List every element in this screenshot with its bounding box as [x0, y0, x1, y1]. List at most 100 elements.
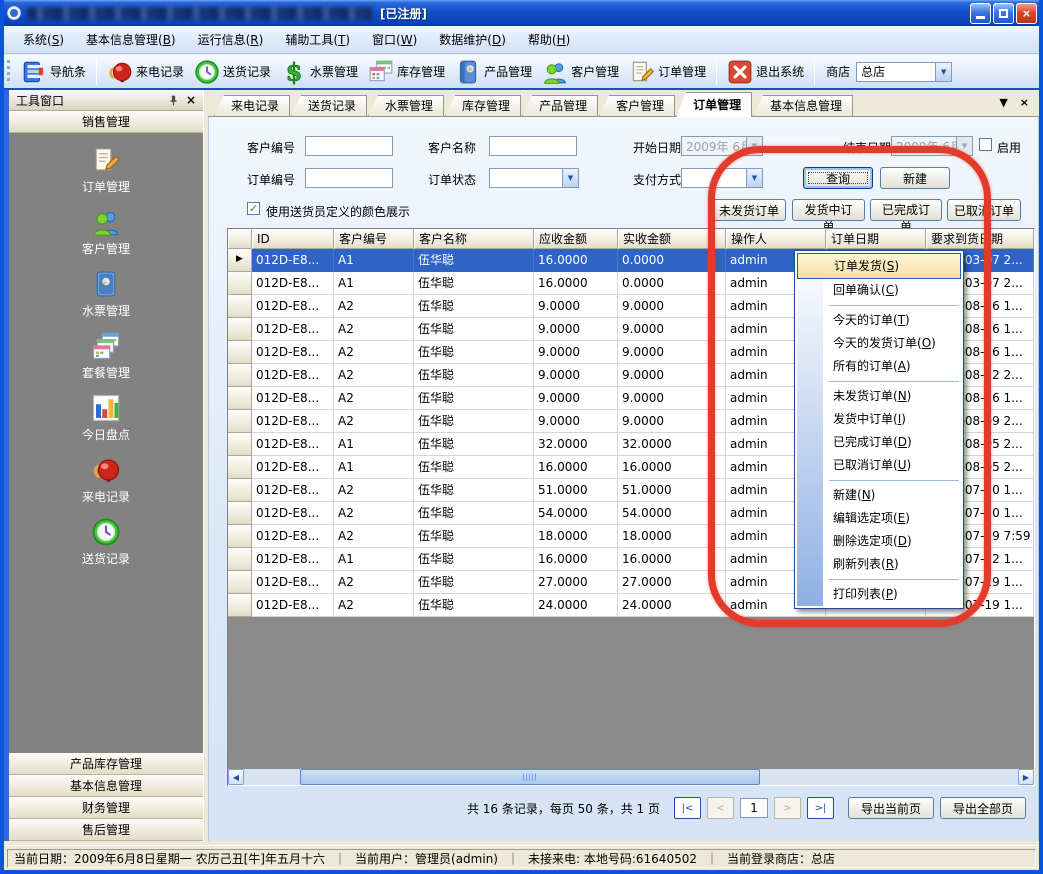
sidebar-group-sales[interactable]: 销售管理: [9, 111, 203, 133]
context-menu-item-今天的发货订单(O)[interactable]: 今天的发货订单(O): [797, 332, 961, 355]
scroll-left-icon[interactable]: ◀: [228, 769, 244, 785]
tab-客户管理[interactable]: 客户管理: [599, 95, 675, 116]
scrollbar-thumb[interactable]: [300, 769, 760, 785]
order-status-select[interactable]: ▼: [489, 168, 579, 188]
export-current-page-button[interactable]: 导出当前页: [848, 797, 934, 819]
toolbar-button[interactable]: $水票管理: [276, 57, 363, 87]
context-menu-item-回单确认(C)[interactable]: 回单确认(C): [797, 279, 961, 302]
prev-page-button[interactable]: <: [707, 797, 734, 819]
menu-item[interactable]: 基本信息管理(B): [75, 27, 187, 52]
sidebar-item-水票管理[interactable]: 水票管理: [9, 263, 203, 325]
sidebar-item-送货记录[interactable]: 送货记录: [9, 511, 203, 573]
menu-item[interactable]: 窗口(W): [361, 27, 428, 52]
pin-icon[interactable]: [167, 94, 180, 107]
status-filter-button-已取消订单[interactable]: 已取消订单: [947, 199, 1021, 221]
status-filter-button-未发货订单[interactable]: 未发货订单: [712, 199, 786, 221]
sidebar-item-订单管理[interactable]: 订单管理: [9, 139, 203, 201]
tab-来电记录[interactable]: 来电记录: [214, 95, 290, 116]
tab-水票管理[interactable]: 水票管理: [368, 95, 444, 116]
sidebar-item-来电记录[interactable]: 来电记录: [9, 449, 203, 511]
customer-name-input[interactable]: [489, 136, 577, 156]
row-selector-cell[interactable]: ▶: [228, 249, 252, 272]
sidebar-item-今日盘点[interactable]: 今日盘点: [9, 387, 203, 449]
next-page-button[interactable]: >: [774, 797, 801, 819]
new-button[interactable]: 新建: [880, 167, 950, 189]
query-button[interactable]: 查询: [803, 167, 873, 189]
customer-no-input[interactable]: [305, 136, 393, 156]
delivery-color-checkbox[interactable]: ✓: [247, 202, 260, 215]
row-selector-cell[interactable]: [228, 594, 252, 617]
enable-checkbox[interactable]: [979, 138, 992, 151]
menu-item[interactable]: 运行信息(R): [187, 27, 275, 52]
last-page-button[interactable]: >|: [807, 797, 834, 819]
row-selector-cell[interactable]: [228, 341, 252, 364]
scroll-right-icon[interactable]: ▶: [1018, 769, 1034, 785]
horizontal-scrollbar[interactable]: ◀ ▶: [228, 769, 1034, 785]
context-menu-item-打印列表(P)[interactable]: 打印列表(P): [797, 583, 961, 606]
column-header-ID[interactable]: ID: [252, 229, 334, 249]
context-menu-item-今天的订单(T)[interactable]: 今天的订单(T): [797, 309, 961, 332]
sidebar-group-财务管理[interactable]: 财务管理: [9, 797, 203, 819]
row-selector-cell[interactable]: [228, 571, 252, 594]
tab-list-chevron-icon[interactable]: ▼: [999, 96, 1007, 109]
row-selector-cell[interactable]: [228, 295, 252, 318]
menu-item[interactable]: 帮助(H): [517, 27, 581, 52]
sidebar-group-基本信息管理[interactable]: 基本信息管理: [9, 775, 203, 797]
column-header-应收金额[interactable]: 应收金额: [534, 229, 618, 249]
end-date-picker[interactable]: 2009年 6月 8日 ▼: [891, 136, 973, 156]
toolbar-button[interactable]: 来电记录: [102, 57, 189, 87]
context-menu-item-发货中订单(I)[interactable]: 发货中订单(I): [797, 408, 961, 431]
first-page-button[interactable]: |<: [674, 797, 701, 819]
toolbar-button[interactable]: 订单管理: [624, 57, 711, 87]
sidebar-item-客户管理[interactable]: 客户管理: [9, 201, 203, 263]
row-selector-cell[interactable]: [228, 456, 252, 479]
toolbar-button[interactable]: 库存管理: [363, 57, 450, 87]
toolbar-button[interactable]: 产品管理: [450, 57, 537, 87]
shop-select[interactable]: 总店▼: [856, 62, 952, 82]
export-all-pages-button[interactable]: 导出全部页: [940, 797, 1026, 819]
sidebar-close-icon[interactable]: ×: [186, 93, 196, 107]
column-header-操作人[interactable]: 操作人: [726, 229, 826, 249]
row-selector-cell[interactable]: [228, 272, 252, 295]
tab-产品管理[interactable]: 产品管理: [522, 95, 598, 116]
pay-method-select[interactable]: ▼: [681, 168, 763, 188]
context-menu-item-已完成订单(D)[interactable]: 已完成订单(D): [797, 431, 961, 454]
start-date-picker[interactable]: 2009年 6月 8日 ▼: [681, 136, 763, 156]
row-selector-cell[interactable]: [228, 525, 252, 548]
context-menu-item-删除选定项(D)[interactable]: 删除选定项(D): [797, 530, 961, 553]
column-header-实收金额[interactable]: 实收金额: [618, 229, 726, 249]
row-selector-cell[interactable]: [228, 502, 252, 525]
row-selector-cell[interactable]: [228, 387, 252, 410]
menu-item[interactable]: 辅助工具(T): [274, 27, 361, 52]
context-menu-item-已取消订单(U)[interactable]: 已取消订单(U): [797, 454, 961, 477]
column-header-客户编号[interactable]: 客户编号: [334, 229, 414, 249]
toolbar-button[interactable]: 退出系统: [722, 57, 809, 87]
toolbar-button[interactable]: 客户管理: [537, 57, 624, 87]
row-selector-cell[interactable]: [228, 318, 252, 341]
context-menu-item-订单发货(S)[interactable]: 订单发货(S): [797, 253, 961, 279]
sidebar-group-售后管理[interactable]: 售后管理: [9, 819, 203, 841]
page-number-input[interactable]: [740, 798, 768, 818]
row-selector-cell[interactable]: [228, 479, 252, 502]
status-filter-button-已完成订单[interactable]: 已完成订单: [870, 199, 942, 221]
minimize-button[interactable]: [970, 3, 991, 24]
status-filter-button-发货中订单[interactable]: 发货中订单: [792, 199, 865, 221]
column-header-客户名称[interactable]: 客户名称: [414, 229, 534, 249]
row-selector-cell[interactable]: [228, 433, 252, 456]
order-no-input[interactable]: [305, 168, 393, 188]
row-selector-cell[interactable]: [228, 364, 252, 387]
tab-订单管理[interactable]: 订单管理: [676, 92, 752, 117]
column-header-订单日期[interactable]: 订单日期: [826, 229, 926, 249]
menu-item[interactable]: 系统(S): [12, 27, 75, 52]
menu-item[interactable]: 数据维护(D): [428, 27, 517, 52]
maximize-button[interactable]: [993, 3, 1014, 24]
tab-送货记录[interactable]: 送货记录: [291, 95, 367, 116]
context-menu-item-编辑选定项(E)[interactable]: 编辑选定项(E): [797, 507, 961, 530]
sidebar-item-套餐管理[interactable]: 套餐管理: [9, 325, 203, 387]
column-header-要求到货日期[interactable]: 要求到货日期: [926, 229, 1034, 249]
row-selector-cell[interactable]: [228, 548, 252, 571]
toolbar-button[interactable]: 导航条: [16, 57, 91, 87]
context-menu-item-未发货订单(N)[interactable]: 未发货订单(N): [797, 385, 961, 408]
context-menu-item-刷新列表(R)[interactable]: 刷新列表(R): [797, 553, 961, 576]
tab-close-icon[interactable]: ×: [1020, 96, 1029, 109]
